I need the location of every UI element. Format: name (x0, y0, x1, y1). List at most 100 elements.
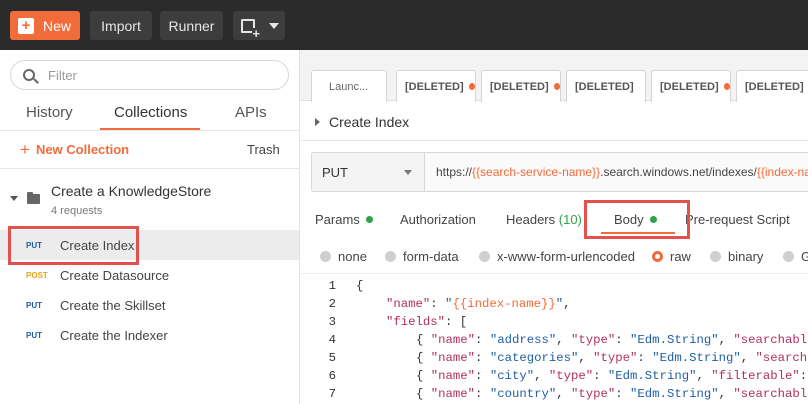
body-option-raw[interactable]: raw (652, 249, 691, 264)
radio-icon (479, 251, 490, 262)
collection-name[interactable]: Create a KnowledgeStore (51, 183, 211, 199)
tab-params[interactable]: Params (315, 212, 373, 227)
collapse-caret-icon[interactable] (10, 196, 18, 201)
code-token: "name" (386, 297, 431, 311)
request-title[interactable]: Create Index (315, 114, 409, 130)
new-collection-button[interactable]: + New Collection (20, 139, 129, 159)
code-token: "Edm.String" (630, 333, 719, 347)
chevron-down-icon (404, 170, 412, 175)
request-item[interactable]: PUT Create the Indexer (0, 320, 299, 350)
request-tab-label: [DELETED] (660, 80, 719, 93)
divider (300, 140, 808, 141)
radio-icon (783, 251, 794, 262)
code-line: { "name": "categories", "type": "Edm.Str… (416, 351, 808, 365)
line-number: 2 (328, 297, 336, 311)
filter-input[interactable] (48, 67, 268, 83)
sidebar-tabs: History Collections APIs (0, 102, 300, 130)
code-line: "fields": [ (386, 315, 467, 329)
request-tab[interactable]: [DELETED] (396, 70, 476, 102)
tab-label: Headers (506, 212, 556, 227)
body-option-form-data[interactable]: form-data (385, 249, 459, 264)
option-label: binary (728, 249, 764, 264)
option-label: none (338, 249, 367, 264)
radio-icon (710, 251, 721, 262)
url-prefix: https:// (436, 165, 473, 179)
method-value: PUT (322, 164, 348, 180)
request-item[interactable]: PUT Create the Skillset (0, 290, 299, 320)
tab-headers[interactable]: Headers (10) (506, 212, 582, 227)
code-token: "searchable" (733, 387, 808, 401)
line-number: 3 (328, 315, 336, 329)
body-option-binary[interactable]: binary (710, 249, 763, 264)
new-button[interactable]: + New (10, 11, 80, 40)
radio-icon (320, 251, 331, 262)
line-number: 1 (328, 279, 336, 293)
code-token: "type" (593, 351, 638, 365)
code-token: "name" (430, 351, 476, 365)
method-badge: PUT (26, 300, 42, 310)
body-option-urlencoded[interactable]: x-www-form-urlencoded (479, 249, 635, 264)
request-tab[interactable]: Launc... (311, 70, 387, 102)
runner-button[interactable]: Runner (160, 11, 223, 40)
request-tab[interactable]: [DELETED] (481, 70, 561, 102)
code-editor[interactable]: 1 2 3 4 5 6 7 { "name": "{{index-name}}"… (300, 276, 808, 404)
highlight-box (8, 226, 139, 265)
tab-label: Params (315, 212, 360, 227)
code-line: { "name": "city", "type": "Edm.String", … (416, 369, 808, 383)
code-token: "country" (489, 387, 557, 401)
filter-field[interactable] (10, 60, 289, 90)
request-tab-label: Launc... (329, 80, 369, 93)
top-bar: + New Import Runner (0, 0, 808, 50)
plus-icon: + (18, 17, 34, 34)
new-window-plus-icon (241, 18, 260, 40)
code-token: "{{index-name}}" (445, 297, 564, 311)
code-token: "searchab (755, 351, 808, 365)
request-tab[interactable]: [DELETED] (566, 70, 646, 102)
body-type-options: none form-data x-www-form-urlencoded raw… (300, 240, 808, 274)
code-token: "Edm.String" (652, 351, 741, 365)
request-name: Create the Indexer (60, 327, 168, 343)
highlight-box (584, 200, 690, 239)
body-option-none[interactable]: none (320, 249, 367, 264)
code-token: "categories" (489, 351, 579, 365)
expand-caret-icon (315, 118, 320, 126)
tab-collections[interactable]: Collections (114, 104, 187, 121)
url-input[interactable]: https://{{search-service-name}} .search.w… (424, 152, 808, 192)
trash-link[interactable]: Trash (247, 142, 280, 157)
plus-icon: + (20, 139, 30, 159)
radio-icon (385, 251, 396, 262)
code-token: "type" (548, 369, 594, 383)
unsaved-dot-icon (468, 83, 475, 90)
url-variable: {{search-service-name}} (472, 165, 601, 179)
code-token: "city" (489, 369, 535, 383)
tab-history[interactable]: History (26, 104, 73, 121)
request-tab-strip: Launc... [DELETED] [DELETED] [DELETED] [… (300, 50, 808, 102)
line-number: 6 (328, 369, 336, 383)
request-editor: Launc... [DELETED] [DELETED] [DELETED] [… (300, 50, 808, 404)
tab-apis[interactable]: APIs (235, 104, 267, 121)
unsaved-dot-icon (723, 83, 730, 90)
option-label: raw (670, 249, 691, 264)
method-select[interactable]: PUT (311, 152, 425, 192)
request-tab-label: [DELETED] (575, 80, 634, 93)
code-token: "address" (489, 333, 557, 347)
code-token: { (356, 279, 364, 293)
option-label: x-www-form-urlencoded (497, 249, 635, 264)
tab-pre-request-script[interactable]: Pre-request Script (685, 212, 790, 227)
code-token: "filterable" (711, 369, 800, 383)
unsaved-dot-icon (553, 83, 560, 90)
request-tab[interactable]: [DELETED] (736, 70, 808, 102)
tab-authorization[interactable]: Authorization (400, 212, 476, 227)
new-window-button[interactable] (233, 11, 285, 40)
option-label: form-data (403, 249, 459, 264)
method-badge: POST (26, 270, 48, 280)
request-tab[interactable]: [DELETED] (651, 70, 731, 102)
code-line: { "name": "address", "type": "Edm.String… (416, 333, 808, 347)
code-token: "type" (571, 387, 616, 401)
import-button[interactable]: Import (90, 11, 152, 40)
url-path: .search.windows.net/indexes/ (600, 165, 757, 179)
code-token: "Edm.String" (630, 387, 719, 401)
code-token: "fields" (386, 315, 446, 329)
request-config-tabs: Params Authorization Headers (10) Body P… (300, 202, 808, 238)
body-option-graphql[interactable]: G (783, 249, 808, 264)
